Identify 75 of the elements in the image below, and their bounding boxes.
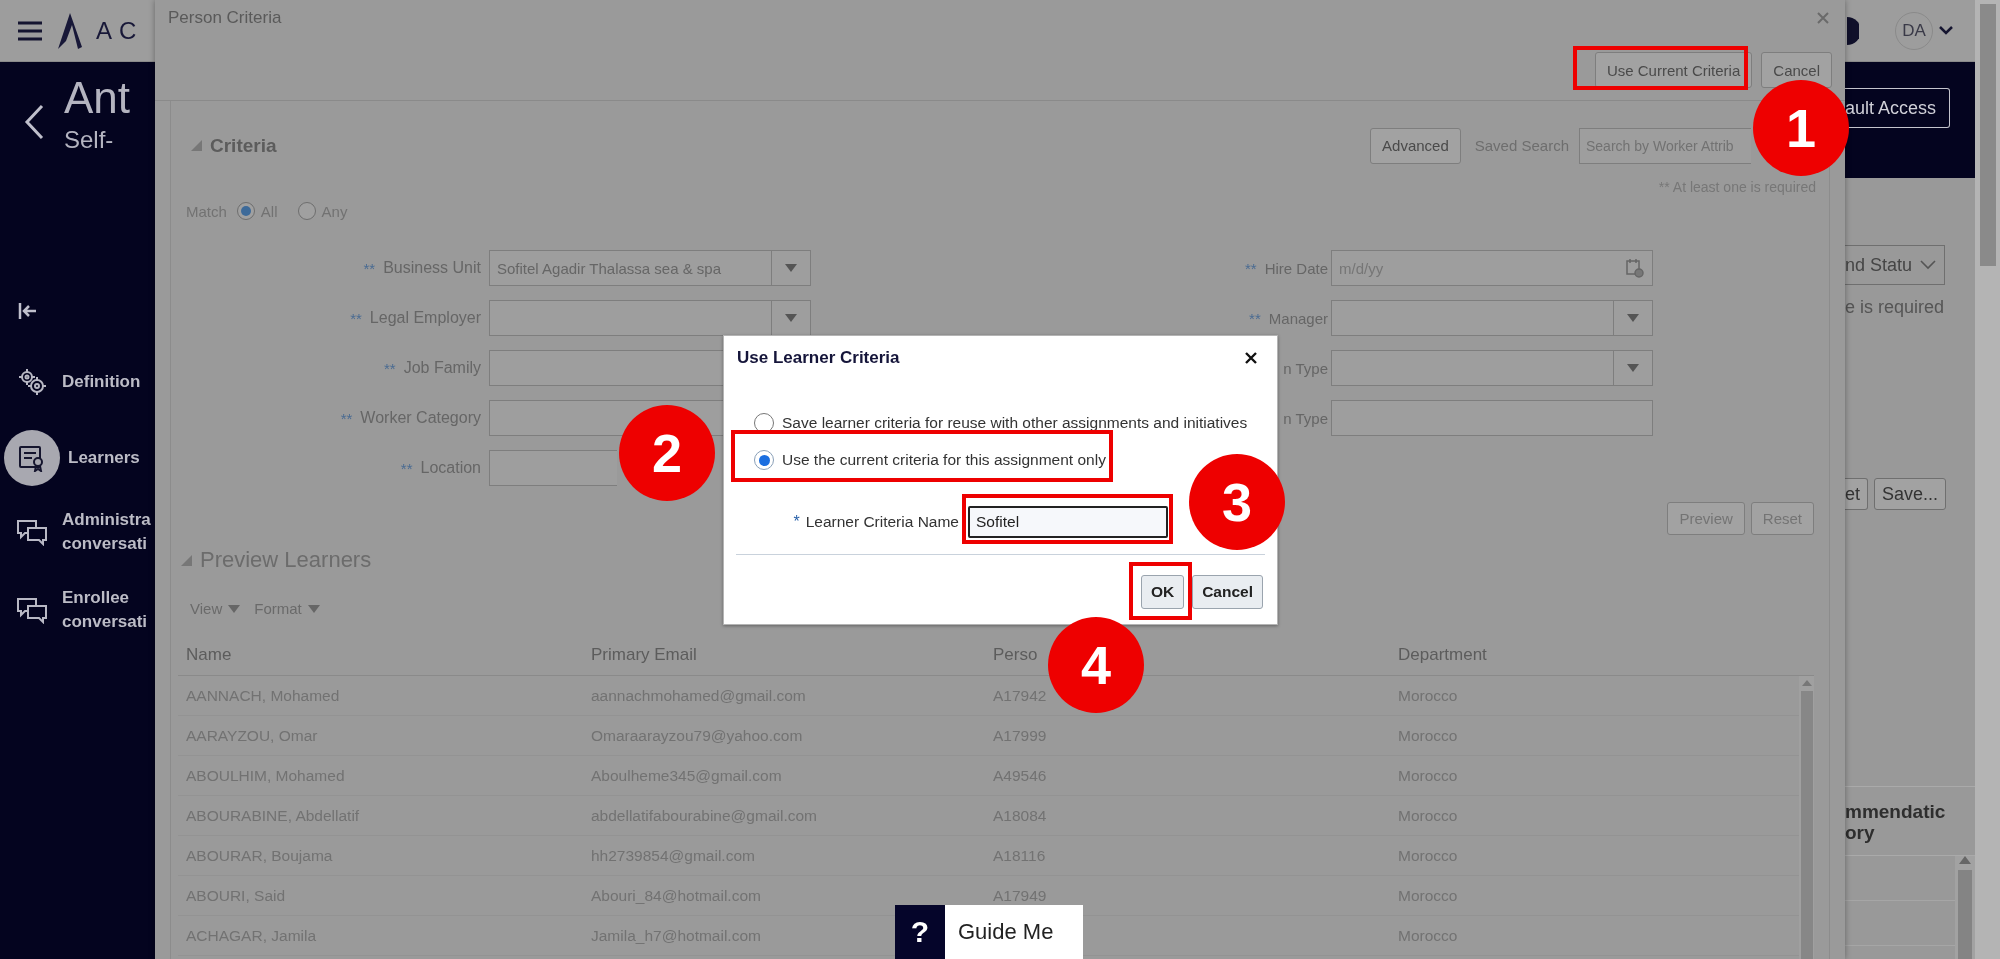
page-title: Ant xyxy=(64,72,131,124)
dialog-button[interactable]: Cancel xyxy=(1761,52,1832,88)
scroll-up-icon[interactable] xyxy=(1801,680,1812,686)
triangle-icon[interactable] xyxy=(181,554,192,566)
input-field[interactable] xyxy=(489,450,617,486)
dialog-button[interactable]: OK xyxy=(1140,575,1185,609)
back-icon[interactable] xyxy=(24,104,44,140)
gears-icon xyxy=(17,368,47,396)
column-header[interactable]: Primary Email xyxy=(591,645,697,665)
guide-me-button[interactable]: Guide Me xyxy=(945,905,1054,959)
sidebar-item[interactable]: Learners xyxy=(68,446,140,470)
chat-icon xyxy=(16,596,48,624)
sidebar-item[interactable]: Enrollee conversati xyxy=(62,586,148,634)
page-scrollbar[interactable] xyxy=(1975,0,2000,959)
required-mark: ** xyxy=(340,409,353,427)
page-button[interactable]: et xyxy=(1845,478,1868,510)
scroll-up-icon xyxy=(1959,856,1971,864)
column-heading: mmendatic xyxy=(1845,801,1947,822)
select-field[interactable]: Sofitel Agadir Thalassa sea & spa xyxy=(489,250,811,286)
input-field[interactable] xyxy=(489,350,724,386)
section-heading: Criteria xyxy=(210,134,277,157)
select-field[interactable] xyxy=(489,300,811,336)
caret-icon xyxy=(228,604,241,613)
advanced-button[interactable]: Advanced xyxy=(1370,127,1461,164)
chat-icon xyxy=(16,518,48,546)
highlight-frame xyxy=(1129,562,1192,620)
select-field[interactable] xyxy=(1331,350,1653,386)
page-subtitle: Self- xyxy=(64,126,115,154)
input-field[interactable] xyxy=(1331,400,1653,436)
help-icon[interactable]: ? xyxy=(895,905,945,959)
input-field[interactable]: Sofitel xyxy=(968,506,1168,538)
sidebar-item[interactable]: Definition xyxy=(62,370,141,394)
scrollbar[interactable] xyxy=(1799,676,1814,959)
radio-button[interactable] xyxy=(236,202,255,220)
caret-icon xyxy=(307,604,320,613)
window-title: Person Criteria xyxy=(168,8,282,28)
required-mark: ** xyxy=(1249,309,1261,327)
radio-label: Use the current criteria for this assignment only xyxy=(782,451,1106,469)
radio-button[interactable] xyxy=(297,202,316,220)
caret-icon xyxy=(1627,314,1639,322)
dialog-title: Use Learner Criteria xyxy=(737,348,900,368)
calendar-icon[interactable] xyxy=(1626,258,1644,278)
close-icon[interactable] xyxy=(1245,352,1257,364)
dialog-button[interactable]: Cancel xyxy=(1192,575,1263,609)
column-header[interactable]: Department xyxy=(1398,645,1487,665)
select-field[interactable] xyxy=(1331,300,1653,336)
sidebar-item[interactable]: Administra conversati xyxy=(62,508,151,556)
required-mark: ** xyxy=(1244,259,1257,277)
required-mark: * xyxy=(793,513,800,531)
chevron-down-icon[interactable] xyxy=(1939,26,1953,35)
required-mark: ** xyxy=(363,259,376,277)
field-label: Learner Criteria Name xyxy=(805,513,959,531)
scrollbar[interactable] xyxy=(1955,856,1975,959)
radio-button[interactable] xyxy=(754,450,774,470)
chevron-down-icon xyxy=(1920,260,1936,270)
column-header[interactable]: Perso xyxy=(993,645,1038,665)
caret-icon xyxy=(1627,364,1639,372)
page-button[interactable]: Save... xyxy=(1874,478,1947,510)
required-mark: ** xyxy=(350,309,362,327)
triangle-icon[interactable] xyxy=(191,140,202,151)
menu-icon[interactable] xyxy=(18,20,42,41)
dialog-button[interactable]: Use Current Criteria xyxy=(1594,52,1753,88)
help-icon[interactable] xyxy=(1847,16,1859,45)
access-button[interactable]: ault Access xyxy=(1845,88,1950,128)
radio-label: Save learner criteria for reuse with other assignments and initiatives xyxy=(782,414,1248,432)
required-note: e is required xyxy=(1845,297,1945,318)
column-heading: ory xyxy=(1845,822,1876,843)
column-header[interactable]: Name xyxy=(186,645,232,665)
radio-button[interactable] xyxy=(754,413,774,433)
caret-icon xyxy=(785,264,797,272)
required-mark: ** xyxy=(383,359,396,377)
required-mark: ** xyxy=(400,459,413,477)
collapse-icon[interactable] xyxy=(18,302,38,320)
logo-text: AC xyxy=(96,16,144,45)
caret-icon xyxy=(785,314,797,322)
